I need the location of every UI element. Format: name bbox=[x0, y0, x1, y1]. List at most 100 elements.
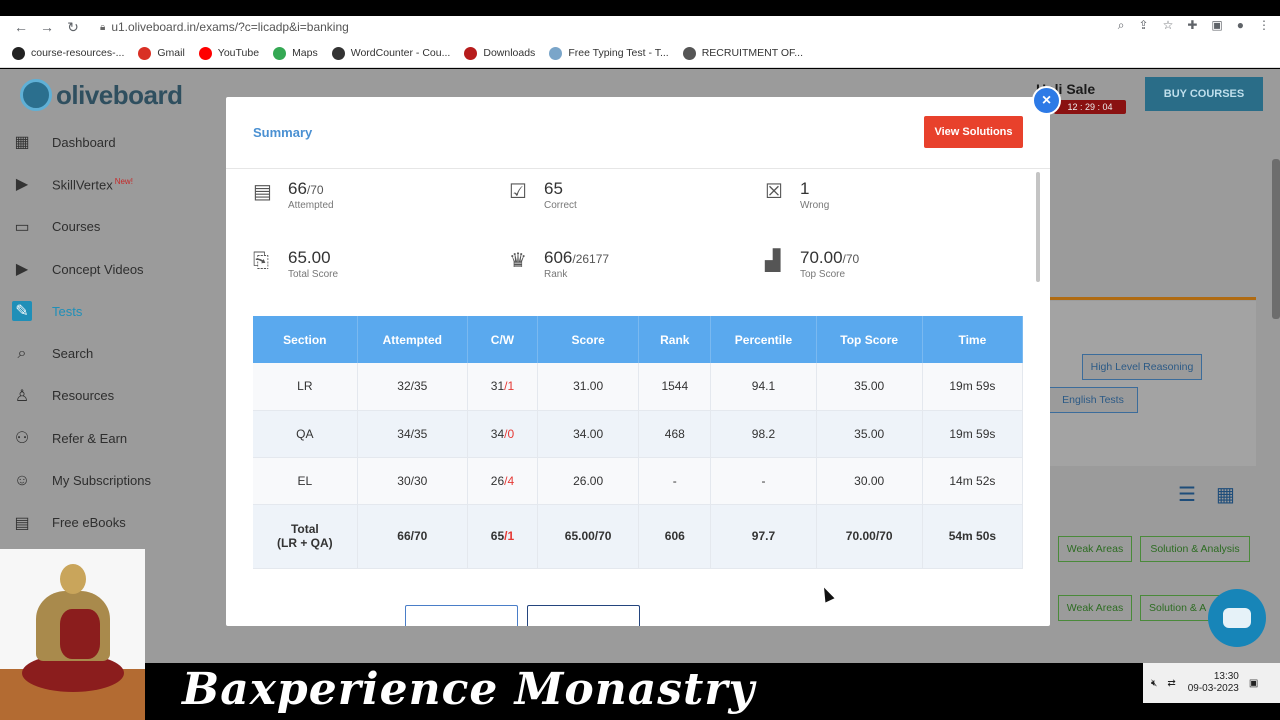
github-icon bbox=[12, 46, 25, 60]
sale-timer: 12 : 29 : 04 bbox=[1054, 100, 1126, 114]
sidebar-label-text: Concept Videos bbox=[52, 261, 144, 277]
page-scrollbar[interactable] bbox=[1272, 159, 1280, 319]
bookmark-item[interactable]: WordCounter - Cou... bbox=[331, 46, 450, 60]
dashboard-icon: ▦ bbox=[14, 134, 30, 152]
cell-attempted: 66/70 bbox=[357, 504, 468, 569]
oliveboard-logo[interactable]: oliveboard bbox=[20, 79, 183, 111]
close-modal-button[interactable]: × bbox=[1032, 86, 1061, 115]
sidebar-item-refer-earn[interactable]: ⚇ Refer & Earn bbox=[0, 417, 210, 459]
facebook-button[interactable] bbox=[527, 605, 640, 626]
notification-icon[interactable]: ▣ bbox=[1249, 678, 1258, 689]
cell-score: 31.00 bbox=[537, 363, 640, 411]
sidebar-item-label: Dashboard bbox=[52, 135, 116, 150]
card-accent-line bbox=[1048, 297, 1256, 300]
zoom-icon[interactable]: ⌕ bbox=[1118, 18, 1125, 33]
sidepanel-icon[interactable]: ▣ bbox=[1211, 18, 1222, 33]
cell-time: 54m 50s bbox=[922, 504, 1024, 569]
address-bar[interactable]: 🔒︎ u1.oliveboard.in/exams/?c=licadp&i=ba… bbox=[100, 20, 349, 34]
column-header: Top Score bbox=[816, 316, 923, 363]
clock[interactable]: 13:30 09-03-2023 bbox=[1188, 671, 1239, 695]
cell-time: 19m 59s bbox=[922, 410, 1024, 458]
stat-label: Rank bbox=[544, 269, 568, 280]
cell-attempted: 30/30 bbox=[357, 457, 468, 505]
share-icon[interactable]: ⇪ bbox=[1139, 18, 1149, 33]
share-button[interactable] bbox=[405, 605, 518, 626]
sidebar-item-my-subscriptions[interactable]: ☺ My Subscriptions bbox=[0, 459, 210, 501]
bookmark-label: Maps bbox=[292, 47, 318, 59]
sidebar-item-tests[interactable]: ✎ Tests bbox=[0, 290, 210, 332]
downloads-icon bbox=[464, 46, 478, 60]
stat-number: 66 bbox=[288, 179, 307, 198]
column-header: Attempted bbox=[357, 316, 468, 363]
solution-analysis-button[interactable]: Solution & Analysis bbox=[1140, 536, 1250, 562]
bookmark-label: YouTube bbox=[217, 47, 260, 59]
stat-value: 70.00/70 bbox=[800, 248, 859, 268]
section-table: Section Attempted C/W Score Rank Percentile To… bbox=[253, 316, 1024, 569]
buy-courses-button[interactable]: BUY COURSES bbox=[1145, 77, 1263, 111]
chat-icon bbox=[1223, 608, 1251, 628]
star-icon[interactable]: ☆ bbox=[1163, 18, 1174, 33]
mute-icon[interactable]: 🔇︎ bbox=[1151, 678, 1157, 689]
video-icon: ▶ bbox=[15, 176, 29, 194]
bookmark-item[interactable]: Maps bbox=[273, 46, 318, 60]
sidebar-item-label: Refer & Earn bbox=[52, 431, 127, 446]
grid-view-icon[interactable]: ▦ bbox=[1216, 484, 1240, 506]
reload-icon[interactable]: ↻ bbox=[60, 19, 86, 36]
cell-section: QA bbox=[253, 410, 358, 458]
bookmark-item[interactable]: Downloads bbox=[464, 46, 535, 60]
list-view-icon[interactable]: ☰ bbox=[1178, 484, 1202, 506]
clock-date: 09-03-2023 bbox=[1187, 683, 1239, 694]
logo-text: oliveboard bbox=[56, 79, 183, 110]
sidebar-item-concept-videos[interactable]: ▶ Concept Videos bbox=[0, 248, 210, 290]
stat-number: 1 bbox=[800, 179, 810, 198]
video-icon: ▶ bbox=[15, 261, 29, 279]
chat-button[interactable] bbox=[1208, 589, 1266, 647]
tag-english-tests[interactable]: English Tests bbox=[1048, 387, 1138, 413]
sidebar-item-resources[interactable]: ♙ Resources bbox=[0, 375, 210, 417]
view-solutions-button[interactable]: View Solutions bbox=[924, 116, 1023, 148]
cell-percentile: 97.7 bbox=[710, 504, 817, 569]
bookmark-label: Free Typing Test - T... bbox=[568, 47, 669, 59]
bookmark-item[interactable]: Free Typing Test - T... bbox=[549, 46, 669, 60]
lock-icon: 🔒︎ bbox=[100, 21, 106, 33]
sidebar-label-text: Search bbox=[52, 346, 94, 362]
sidebar-label-text: Refer & Earn bbox=[52, 430, 128, 446]
modal-bottom-actions bbox=[253, 605, 653, 626]
certificate-icon: ⎘ bbox=[253, 250, 269, 272]
sidebar-item-skillvertex[interactable]: ▶ SkillVertex New! bbox=[0, 163, 210, 205]
user-icon: ☺ bbox=[13, 471, 31, 489]
wrong-count: /1 bbox=[504, 379, 515, 394]
correct-count: 31 bbox=[490, 379, 505, 394]
weak-areas-button[interactable]: Weak Areas bbox=[1058, 595, 1132, 621]
cell-attempted: 32/35 bbox=[357, 363, 468, 411]
sidebar-item-free-ebooks[interactable]: ▤ Free eBooks bbox=[0, 502, 210, 544]
correct-count: 65 bbox=[490, 529, 505, 543]
network-icon[interactable]: ⇄ bbox=[1167, 678, 1175, 689]
tag-high-level-reasoning[interactable]: High Level Reasoning bbox=[1082, 354, 1202, 380]
modal-title: Summary bbox=[253, 125, 313, 140]
sidebar-label-text: Resources bbox=[52, 388, 115, 404]
bookmark-item[interactable]: YouTube bbox=[198, 46, 260, 60]
sidebar-item-courses[interactable]: ▭ Courses bbox=[0, 206, 210, 248]
cell-time: 14m 52s bbox=[922, 457, 1024, 505]
cell-top-score: 30.00 bbox=[816, 457, 923, 505]
sidebar-item-dashboard[interactable]: ▦ Dashboard bbox=[0, 121, 210, 163]
bookmark-item[interactable]: course-resources-... bbox=[12, 46, 124, 60]
bookmark-item[interactable]: RECRUITMENT OF... bbox=[682, 46, 803, 60]
profile-icon[interactable]: ● bbox=[1237, 18, 1244, 33]
back-icon[interactable]: ← bbox=[8, 19, 34, 35]
system-tray: 🔇︎ ⇄ 13:30 09-03-2023 ▣ bbox=[1143, 663, 1280, 703]
monitor-icon: ▭ bbox=[14, 218, 30, 236]
typing-icon bbox=[549, 46, 563, 60]
modal-scrollbar[interactable] bbox=[1036, 172, 1040, 282]
brand-title: Baxperience Monastry bbox=[182, 664, 756, 715]
bookmark-item[interactable]: Gmail bbox=[138, 46, 185, 60]
wordcounter-icon bbox=[331, 46, 345, 60]
sidebar-item-search[interactable]: ⌕ Search bbox=[0, 332, 210, 374]
weak-areas-button[interactable]: Weak Areas bbox=[1058, 536, 1132, 562]
menu-icon[interactable]: ⋮ bbox=[1258, 18, 1270, 33]
sidebar-item-label: SkillVertex New! bbox=[52, 177, 133, 192]
sidebar-item-label: Concept Videos bbox=[52, 262, 144, 277]
extensions-icon[interactable]: ✚ bbox=[1187, 18, 1197, 33]
forward-icon[interactable]: → bbox=[34, 19, 60, 35]
